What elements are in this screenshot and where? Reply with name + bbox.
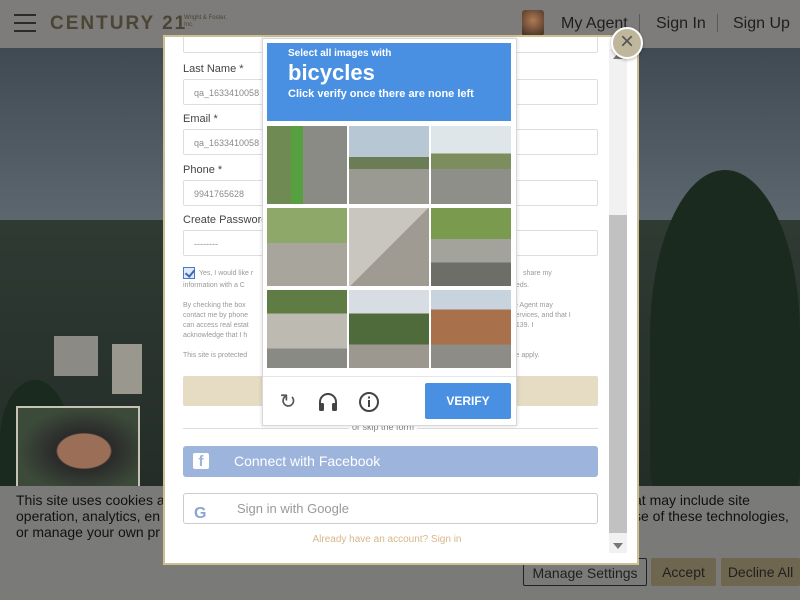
google-button-label: Sign in with Google — [237, 501, 350, 516]
cookie-text-line: This site uses cookies a — [16, 492, 165, 508]
captcha-tile-5[interactable] — [349, 208, 429, 286]
opt-in-text: share my — [523, 270, 552, 277]
consent-text: te Agent may — [512, 302, 553, 309]
captcha-tile-4[interactable] — [267, 208, 347, 286]
century21-logo[interactable]: CENTURY 21 — [50, 13, 187, 35]
sign-up-link[interactable]: Sign Up — [733, 15, 790, 33]
building — [54, 336, 98, 376]
recaptcha-notice: This site is protected — [183, 352, 248, 359]
nav-divider — [717, 14, 718, 32]
last-name-label: Last Name * — [183, 63, 244, 75]
sign-in-link[interactable]: Sign In — [656, 15, 706, 33]
verify-button[interactable]: VERIFY — [425, 383, 511, 419]
tree — [650, 170, 800, 500]
scroll-thumb[interactable] — [609, 215, 627, 533]
opt-in-checkbox[interactable] — [183, 267, 195, 279]
password-label: Create Password — [183, 214, 268, 226]
captcha-target: bicycles — [288, 60, 375, 85]
captcha-tile-2[interactable] — [349, 126, 429, 204]
captcha-tile-3[interactable] — [431, 126, 511, 204]
captcha-tile-8[interactable] — [349, 290, 429, 368]
consent-text: services, and that I — [512, 312, 571, 319]
opt-in-text: information with a C — [183, 282, 245, 289]
captcha-tile-7[interactable] — [267, 290, 347, 368]
recaptcha-challenge: Select all images with bicycles Click ve… — [262, 38, 517, 426]
captcha-hint: Click verify once there are none left — [288, 88, 474, 100]
cookie-text-line: se of these technologies, — [634, 508, 789, 524]
captcha-footer-divider — [263, 376, 516, 377]
captcha-header: Select all images with bicycles Click ve… — [267, 43, 511, 121]
consent-text: By checking the box — [183, 302, 246, 309]
accept-cookies-button[interactable]: Accept — [651, 558, 716, 586]
captcha-instruction: Select all images with — [288, 48, 392, 59]
google-icon: G — [194, 505, 207, 522]
opt-in-text: Yes, I would like r — [199, 270, 254, 277]
nav-divider — [639, 14, 640, 32]
building — [112, 344, 142, 394]
google-login-button[interactable]: G Sign in with Google — [183, 493, 598, 524]
scroll-down-icon[interactable] — [613, 543, 623, 549]
decline-cookies-button[interactable]: Decline All — [721, 558, 800, 586]
modal-scrollbar[interactable] — [609, 49, 627, 553]
agent-avatar[interactable] — [522, 10, 544, 36]
facebook-button-label: Connect with Facebook — [234, 453, 381, 469]
captcha-tile-6[interactable] — [431, 208, 511, 286]
facebook-login-button[interactable]: f Connect with Facebook — [183, 446, 598, 477]
consent-text: can access real estat — [183, 322, 249, 329]
audio-challenge-icon[interactable] — [317, 391, 339, 413]
captcha-tile-9[interactable] — [431, 290, 511, 368]
brokerage-name: Wright & Foster, Inc. — [184, 15, 227, 28]
reload-icon[interactable]: ↻ — [277, 391, 299, 413]
cookie-text-line: at may include site — [634, 492, 750, 508]
cookie-text-line: operation, analytics, en — [16, 508, 160, 524]
captcha-tile-1[interactable] — [267, 126, 347, 204]
close-modal-button[interactable]: × — [611, 27, 643, 59]
close-icon: × — [619, 28, 634, 55]
hamburger-menu-icon[interactable] — [14, 14, 36, 32]
email-label: Email * — [183, 113, 218, 125]
facebook-icon: f — [193, 453, 209, 470]
info-icon[interactable] — [358, 391, 380, 413]
phone-label: Phone * — [183, 164, 223, 176]
consent-text: contact me by phone — [183, 312, 248, 319]
consent-text: acknowledge that I h — [183, 332, 248, 339]
sign-in-link[interactable]: Already have an account? Sign in — [165, 534, 609, 545]
cookie-text-line: or manage your own pr — [16, 524, 160, 540]
agent-photo — [16, 406, 140, 496]
